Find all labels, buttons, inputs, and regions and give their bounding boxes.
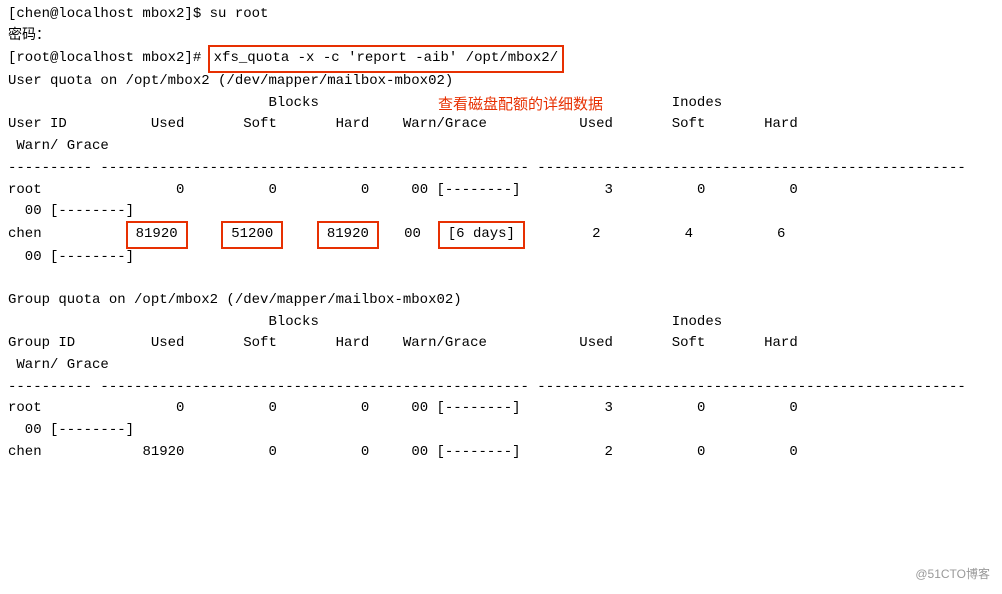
grace-highlight: [6 days] bbox=[438, 221, 525, 249]
i-soft: 0 bbox=[697, 400, 705, 416]
group-row-root: root 0 0 0 00 [--------] 3 0 0 bbox=[8, 398, 994, 420]
annotation-detail: 查看磁盘配额的详细数据 bbox=[438, 93, 603, 116]
used: 81920 bbox=[142, 444, 184, 460]
user-row-chen: chen 81920 51200 81920 00 [6 days] 2 4 6 bbox=[8, 223, 994, 247]
i-hard: 6 bbox=[777, 226, 785, 242]
user-id: root bbox=[8, 182, 42, 198]
i-used: 3 bbox=[605, 182, 613, 198]
prompt-user-host: [chen@localhost mbox2]$ bbox=[8, 6, 210, 22]
password-prompt: 密码： bbox=[8, 26, 994, 48]
warn: 00 [--------] bbox=[411, 400, 520, 416]
separator: ---------- -----------------------------… bbox=[8, 158, 994, 180]
hard: 0 bbox=[361, 444, 369, 460]
i-soft: 0 bbox=[697, 182, 705, 198]
user-id: chen bbox=[8, 226, 42, 242]
user-row-chen-wrap: 00 [--------] bbox=[8, 247, 994, 269]
group-blocks-header: Blocks Inodes bbox=[8, 312, 994, 334]
group-row-chen: chen 81920 0 0 00 [--------] 2 0 0 bbox=[8, 442, 994, 464]
soft: 0 bbox=[268, 444, 276, 460]
blocks-inodes-header: Blocks Inodes bbox=[8, 95, 722, 111]
prompt-root: [root@localhost mbox2]# bbox=[8, 50, 210, 66]
used-highlight: 81920 bbox=[126, 221, 188, 249]
i-soft: 4 bbox=[685, 226, 693, 242]
i-soft: 0 bbox=[697, 444, 705, 460]
group-warn-grace-header: Warn/ Grace bbox=[8, 355, 994, 377]
i-hard: 0 bbox=[789, 182, 797, 198]
blank-line bbox=[8, 268, 994, 290]
group-id: root bbox=[8, 400, 42, 416]
group-id: chen bbox=[8, 444, 42, 460]
user-row-root-wrap: 00 [--------] bbox=[8, 201, 994, 223]
watermark: @51CTO博客 bbox=[915, 565, 990, 584]
group-separator: ---------- -----------------------------… bbox=[8, 377, 994, 399]
soft: 0 bbox=[268, 400, 276, 416]
i-used: 2 bbox=[592, 226, 600, 242]
i-hard: 0 bbox=[789, 444, 797, 460]
prompt-line-2[interactable]: [root@localhost mbox2]# xfs_quota -x -c … bbox=[8, 47, 994, 71]
group-columns-header: Group ID Used Soft Hard Warn/Grace Used … bbox=[8, 333, 994, 355]
i-hard: 0 bbox=[789, 400, 797, 416]
terminal-output: [chen@localhost mbox2]$ su root 密码： [roo… bbox=[8, 4, 994, 463]
hard: 0 bbox=[361, 182, 369, 198]
blocks-header-line: Blocks Inodes查看磁盘配额的详细数据 bbox=[8, 93, 994, 115]
prompt-line-1[interactable]: [chen@localhost mbox2]$ su root bbox=[8, 4, 994, 26]
command-su: su root bbox=[210, 6, 269, 22]
used: 0 bbox=[176, 400, 184, 416]
user-row-root: root 0 0 0 00 [--------] 3 0 0 bbox=[8, 180, 994, 202]
warn-grace-header: Warn/ Grace bbox=[8, 136, 994, 158]
soft-highlight: 51200 bbox=[221, 221, 283, 249]
used: 0 bbox=[176, 182, 184, 198]
warn: 00 [--------] bbox=[411, 182, 520, 198]
soft: 0 bbox=[268, 182, 276, 198]
group-quota-title: Group quota on /opt/mbox2 (/dev/mapper/m… bbox=[8, 290, 994, 312]
warn: 00 [--------] bbox=[411, 444, 520, 460]
warn-counter: 00 bbox=[404, 226, 421, 242]
group-row-root-wrap: 00 [--------] bbox=[8, 420, 994, 442]
i-used: 3 bbox=[605, 400, 613, 416]
hard-highlight: 81920 bbox=[317, 221, 379, 249]
i-used: 2 bbox=[605, 444, 613, 460]
command-xfs-quota: xfs_quota -x -c 'report -aib' /opt/mbox2… bbox=[208, 45, 564, 73]
columns-header: User ID Used Soft Hard Warn/Grace Used S… bbox=[8, 114, 994, 136]
hard: 0 bbox=[361, 400, 369, 416]
user-quota-title: User quota on /opt/mbox2 (/dev/mapper/ma… bbox=[8, 71, 994, 93]
